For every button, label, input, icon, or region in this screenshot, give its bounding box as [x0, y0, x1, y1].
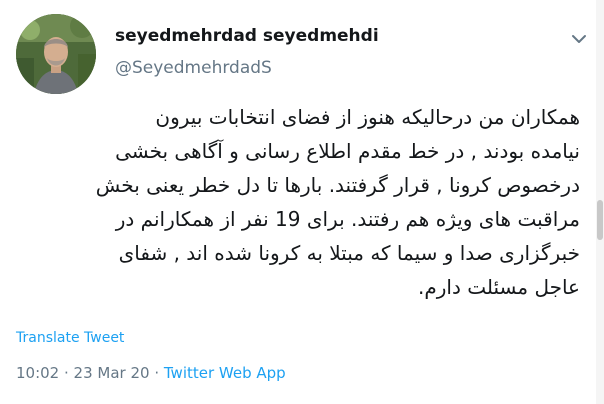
meta-separator: · [59, 364, 74, 382]
tweet-text-line: نیامده بودند , در خط مقدم اطلاع رسانی و … [115, 139, 580, 163]
author-handle[interactable]: @SeyedmehrdadS [115, 58, 272, 78]
tweet-date[interactable]: 23 Mar 20 [74, 364, 150, 382]
tweet-time[interactable]: 10:02 [16, 364, 59, 382]
scrollbar-thumb[interactable] [597, 200, 603, 240]
avatar[interactable] [16, 14, 96, 94]
tweet-text: همکاران من درحالیکه هنوز از فضای انتخابا… [14, 100, 580, 304]
tweet-text-line: مراقبت های ویژه هم رفتند. برای 19 نفر از… [115, 207, 580, 231]
author-display-name[interactable]: seyedmehrdad seyedmehdi [115, 26, 379, 46]
scrollbar-track[interactable] [596, 0, 604, 404]
chevron-down-icon[interactable] [568, 28, 590, 50]
translate-tweet-link[interactable]: Translate Tweet [16, 330, 124, 346]
tweet-text-line: خبرگزاری صدا و سیما که مبتلا به کرونا شد… [118, 241, 580, 265]
meta-separator: · [149, 364, 164, 382]
tweet-text-line: درخصوص کرونا , قرار گرفتند. بارها تا دل … [95, 173, 580, 197]
tweet-text-line: همکاران من درحالیکه هنوز از فضای انتخابا… [155, 105, 580, 129]
tweet-card: seyedmehrdad seyedmehdi @SeyedmehrdadS ه… [0, 0, 604, 404]
tweet-text-line: عاجل مسئلت دارم. [418, 275, 580, 299]
tweet-meta: 10:02 · 23 Mar 20 · Twitter Web App [16, 364, 286, 382]
tweet-source-link[interactable]: Twitter Web App [164, 364, 286, 382]
